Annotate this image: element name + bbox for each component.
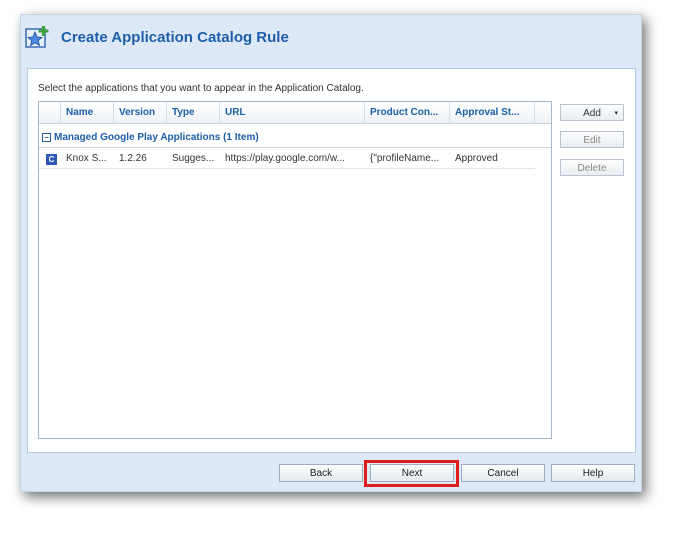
add-button-label: Add [583,108,601,119]
header-spacer [39,102,61,123]
column-header-product-config[interactable]: Product Con... [365,102,450,123]
catalog-star-add-icon [25,25,51,49]
table-row[interactable]: C Knox S... 1.2.26 Sugges... https://pla… [39,150,535,169]
next-button-highlight [364,460,459,487]
delete-button[interactable]: Delete [560,159,624,176]
column-header-approval-status[interactable]: Approval St... [450,102,535,123]
cell-product-config: {"profileName... [370,153,440,164]
cell-approval-status: Approved [455,153,498,164]
column-header-name[interactable]: Name [61,102,114,123]
group-label: Managed Google Play Applications (1 Item… [54,132,259,143]
header-scroll-spacer [535,102,551,123]
dialog-title: Create Application Catalog Rule [61,29,289,46]
cell-name: Knox S... [66,153,107,164]
add-button[interactable]: Add ▾ [560,104,624,121]
edit-button[interactable]: Edit [560,131,624,148]
grid-header: Name Version Type URL Product Con... App… [39,102,551,124]
help-button[interactable]: Help [551,464,635,482]
back-button[interactable]: Back [279,464,363,482]
app-icon: C [46,154,57,165]
column-header-version[interactable]: Version [114,102,167,123]
create-catalog-rule-dialog: Create Application Catalog Rule Select t… [20,14,642,492]
cancel-button[interactable]: Cancel [461,464,545,482]
cell-type: Sugges... [172,153,215,164]
collapse-toggle-icon[interactable]: − [42,133,51,142]
applications-grid: Name Version Type URL Product Con... App… [38,101,552,439]
chevron-down-icon: ▾ [614,110,618,117]
group-row-managed-google-play[interactable]: − Managed Google Play Applications (1 It… [39,129,551,148]
cell-url: https://play.google.com/w... [225,153,345,164]
instruction-text: Select the applications that you want to… [38,83,364,94]
column-header-type[interactable]: Type [167,102,220,123]
column-header-url[interactable]: URL [220,102,365,123]
cell-version: 1.2.26 [119,153,147,164]
dialog-content-panel: Select the applications that you want to… [27,68,636,453]
